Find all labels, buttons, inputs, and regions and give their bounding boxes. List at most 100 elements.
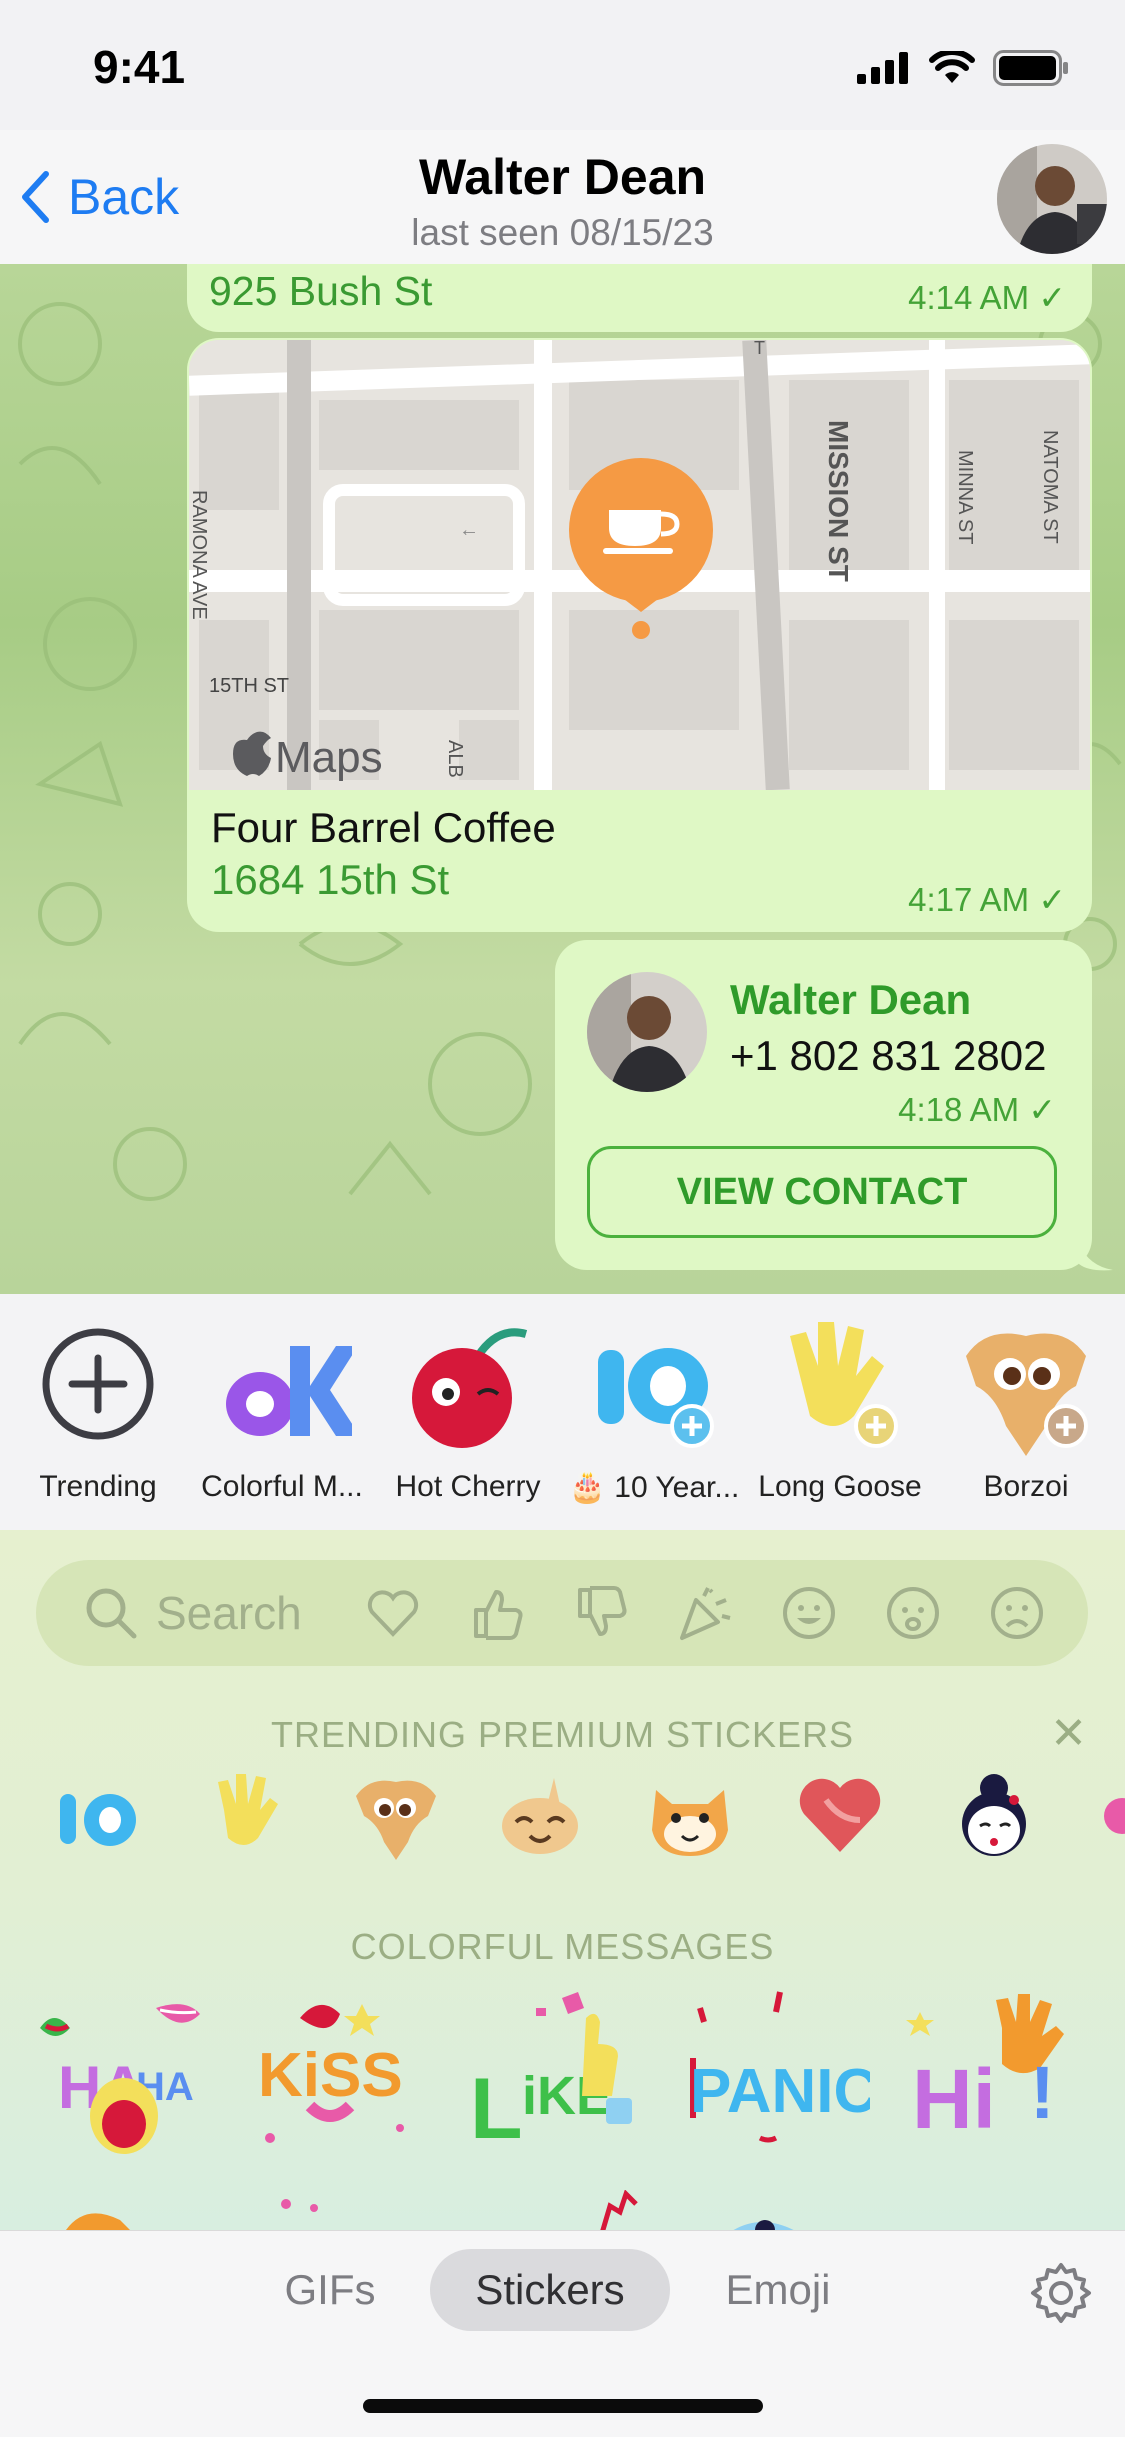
avatar[interactable]: [997, 144, 1107, 254]
sticker-kiss[interactable]: KiSS: [250, 1988, 430, 2168]
smile-icon[interactable]: [780, 1584, 838, 1642]
map-street-label: ALB: [444, 740, 466, 778]
sticker-ten[interactable]: [54, 1770, 144, 1860]
media-tab-bar: GIFs Stickers Emoji: [0, 2230, 1125, 2437]
battery-icon: [993, 50, 1068, 86]
svg-text:!: !: [1030, 2051, 1055, 2134]
gear-icon[interactable]: [1029, 2261, 1093, 2325]
cherry-sticker-thumb: [412, 1328, 528, 1448]
last-seen: last seen 08/15/23: [411, 212, 714, 253]
ok-sticker-thumb: [226, 1346, 360, 1436]
map-street-label: 15TH ST: [209, 675, 289, 697]
message-time: 4:18 AM: [898, 1091, 1020, 1128]
pack-long-goose[interactable]: Long Goose: [750, 1316, 930, 1504]
search-icon: [86, 1588, 137, 1639]
pack-borzoi[interactable]: Borzoi: [936, 1316, 1116, 1504]
sticker-hi[interactable]: Hi !: [906, 1988, 1086, 2168]
contact-avatar[interactable]: [587, 972, 707, 1092]
nav-bar: Back Walter Dean last seen 08/15/23: [0, 130, 1125, 265]
status-icons: [857, 50, 1069, 86]
thumbs-down-icon[interactable]: [572, 1584, 630, 1642]
contact-message[interactable]: Walter Dean +1 802 831 2802 4:18 AM ✓ VI…: [555, 940, 1092, 1270]
view-contact-button[interactable]: VIEW CONTACT: [587, 1146, 1057, 1238]
read-check-icon: ✓: [1038, 279, 1066, 316]
chat-title[interactable]: Walter Dean last seen 08/15/23: [0, 148, 1125, 254]
home-indicator[interactable]: [363, 2399, 763, 2413]
address-text: 925 Bush St: [209, 268, 433, 314]
place-name: Four Barrel Coffee: [211, 804, 556, 851]
location-message[interactable]: ← MISSION ST MINNA ST NATOMA ST RAMONA A…: [187, 338, 1092, 932]
status-time: 9:41: [93, 41, 186, 93]
chat-area[interactable]: 925 Bush St 4:14 AM ✓ ← MISSION ST MINNA…: [0, 264, 1125, 1294]
read-check-icon: ✓: [1028, 1091, 1056, 1128]
bubble-tail: [1079, 1244, 1113, 1271]
worried-icon[interactable]: [884, 1584, 942, 1642]
close-icon[interactable]: ✕: [1050, 1708, 1087, 1759]
tab-stickers[interactable]: Stickers: [430, 2249, 670, 2331]
message-time: 4:14 AM: [908, 279, 1030, 316]
pack-label: Long Goose: [758, 1470, 922, 1503]
read-check-icon: ✓: [1038, 881, 1066, 918]
contact-name: Walter Dean: [418, 149, 707, 205]
sticker-geisha[interactable]: [950, 1770, 1040, 1860]
pack-hot-cherry[interactable]: Hot Cherry: [378, 1316, 558, 1504]
svg-text:←: ←: [459, 519, 479, 541]
contact-avatar-photo: [587, 972, 707, 1092]
contact-phone: +1 802 831 2802: [730, 1032, 1047, 1079]
sticker-shiba[interactable]: [646, 1770, 736, 1860]
map-street-label: RAMONA AVE: [189, 490, 210, 620]
map-preview[interactable]: ← MISSION ST MINNA ST NATOMA ST RAMONA A…: [189, 340, 1090, 790]
svg-text:KiSS: KiSS: [258, 2041, 403, 2110]
sad-icon[interactable]: [988, 1584, 1046, 1642]
pack-10-years[interactable]: 🎂 10 Year...: [564, 1316, 744, 1505]
pack-label: Trending: [39, 1470, 157, 1503]
sticker-panel[interactable]: Search TRENDING PREMIUM STICKERS ✕ COLOR…: [0, 1530, 1125, 2230]
cellular-signal-icon: [857, 52, 908, 84]
sticker-like[interactable]: L iKE: [466, 1988, 646, 2168]
heart-icon[interactable]: [364, 1584, 422, 1642]
pack-label: 🎂 10 Year...: [568, 1471, 740, 1504]
map-street-label: MISSION ST: [823, 420, 854, 582]
svg-text:PANIC: PANIC: [690, 2057, 870, 2126]
pack-colorful-messages[interactable]: Colorful M...: [192, 1316, 372, 1504]
pack-trending[interactable]: Trending: [8, 1316, 188, 1504]
sticker-search-field[interactable]: Search: [36, 1560, 1088, 1666]
map-street-label: MINNA ST: [954, 450, 976, 544]
map-image: ← MISSION ST MINNA ST NATOMA ST RAMONA A…: [189, 340, 1090, 790]
party-popper-icon[interactable]: [676, 1584, 734, 1642]
address-message[interactable]: 925 Bush St 4:14 AM ✓: [187, 264, 1092, 332]
ten-sticker-thumb: [598, 1348, 714, 1448]
avatar-photo: [997, 144, 1107, 254]
message-time: 4:17 AM: [908, 881, 1030, 918]
add-circle-icon: [42, 1328, 154, 1440]
sticker-laughing-cat[interactable]: [496, 1770, 586, 1860]
sticker-heart[interactable]: [796, 1770, 886, 1860]
map-street-label: NATOMA ST: [1039, 430, 1061, 544]
tab-gifs[interactable]: GIFs: [260, 2249, 400, 2331]
pack-label: Borzoi: [983, 1470, 1069, 1503]
pack-label: Hot Cherry: [395, 1470, 541, 1503]
borzoi-sticker-thumb: [966, 1333, 1088, 1456]
sticker-partial[interactable]: [1098, 1770, 1125, 1860]
svg-text:L: L: [470, 2061, 523, 2157]
sticker-pack-bar: Trending Colorful M... Hot Cherry 🎂 10 Y…: [0, 1294, 1125, 1531]
sticker-panic[interactable]: PANIC: [690, 1988, 870, 2168]
wifi-icon: [929, 51, 975, 83]
map-street-label: T: [754, 340, 765, 358]
thumbs-up-icon[interactable]: [468, 1584, 526, 1642]
pack-label: Colorful M...: [201, 1470, 363, 1503]
sticker-haha[interactable]: HA HA: [36, 1988, 216, 2168]
svg-text:Hi: Hi: [912, 2052, 996, 2146]
search-placeholder: Search: [156, 1587, 302, 1639]
tab-emoji[interactable]: Emoji: [700, 2249, 856, 2331]
trending-premium-heading: TRENDING PREMIUM STICKERS: [270, 1714, 855, 1755]
sticker-waving-hand[interactable]: [204, 1770, 294, 1860]
colorful-messages-heading: COLORFUL MESSAGES: [350, 1926, 775, 1967]
place-address: 1684 15th St: [211, 856, 450, 903]
sticker-borzoi[interactable]: [350, 1770, 440, 1860]
maps-logo-text: Maps: [275, 733, 383, 782]
stickers-next-row-partial: [66, 2190, 794, 2230]
contact-card-name: Walter Dean: [730, 976, 972, 1023]
goose-hand-sticker-thumb: [790, 1322, 898, 1448]
status-bar: 9:41: [0, 0, 1125, 130]
